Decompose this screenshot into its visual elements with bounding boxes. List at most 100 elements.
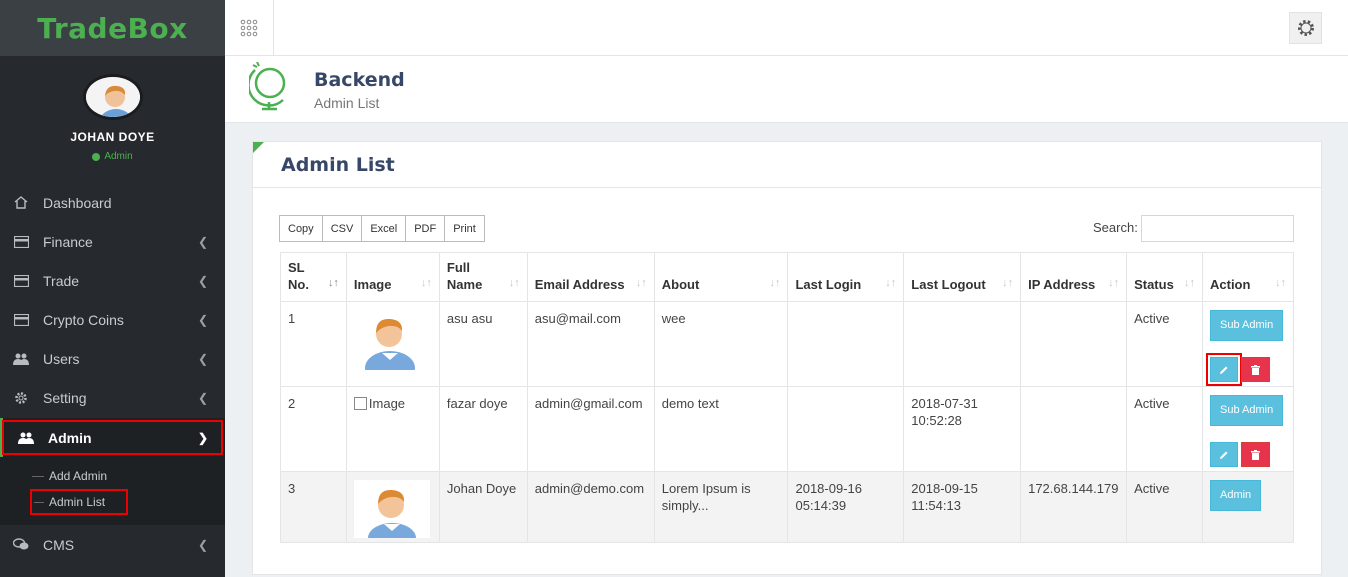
edit-button[interactable] [1206,353,1242,386]
cell-last-login: 2018-09-16 05:14:39 [787,471,905,543]
pdf-button[interactable]: PDF [405,215,446,242]
profile-name: JOHAN DOYE [70,130,155,144]
admin-table: SL No. ↓↑ Image ↓↑ Full Name ↓↑ Email Addre… [280,252,1294,543]
column-header-ip[interactable]: IP Address ↓↑ [1020,252,1128,302]
sidebar-item-label: Admin [48,429,92,446]
page-subtitle: Admin List [314,95,380,111]
cell-status: Active [1126,386,1203,472]
column-header-last-login[interactable]: Last Login ↓↑ [787,252,905,302]
column-header-last-logout[interactable]: Last Logout ↓↑ [903,252,1022,302]
cell-ip: 172.68.144.179 [1020,471,1128,543]
column-header-action[interactable]: Action ↓↑ [1202,252,1294,302]
chevron-left-icon: ❮ [197,537,208,552]
sidebar-item-crypto-coins[interactable]: Crypto Coins ❮ [0,300,225,339]
column-header-image[interactable]: Image ↓↑ [345,252,440,302]
delete-button[interactable] [1241,357,1270,382]
sidebar-item-dashboard[interactable]: Dashboard [0,183,225,222]
cell-email: asu@mail.com [526,301,655,387]
sort-asc-icon: ↓↑ [327,277,339,289]
edit-button[interactable] [1210,442,1238,467]
sidebar-item-users[interactable]: Users ❮ [0,339,225,378]
search-input[interactable] [1141,215,1294,242]
sort-icon: ↓↑ [1108,277,1120,289]
table-header-row: SL No. ↓↑ Image ↓↑ Full Name ↓↑ Email Addre… [280,252,1294,302]
cell-name: Johan Doye [438,471,528,543]
broken-image: Image [353,395,432,412]
sidebar: TradeBox JOHAN DOYE Admin Dashboard Fina… [0,0,225,577]
sort-icon: ↓↑ [1184,277,1195,289]
sidebar-item-finance[interactable]: Finance ❮ [0,222,225,261]
admin-submenu: Add Admin Admin List [0,457,225,525]
panel-corner-accent [253,142,264,153]
column-header-about[interactable]: About ↓↑ [653,252,789,302]
trash-icon [1251,449,1260,460]
column-header-email[interactable]: Email Address ↓↑ [526,252,655,302]
delete-button[interactable] [1241,442,1270,467]
globe-icon [249,62,286,111]
online-dot-icon [92,152,101,161]
cell-ip [1020,301,1128,387]
sort-icon: ↓↑ [1275,277,1286,289]
column-header-full-name[interactable]: Full Name ↓↑ [438,252,528,302]
cell-sl: 2 [280,386,347,472]
divider [253,187,1321,188]
sidebar-item-admin[interactable]: Admin ❯ [0,418,225,457]
submenu-item-admin-list[interactable]: Admin List [30,489,128,515]
card-icon [13,313,29,327]
column-header-status[interactable]: Status ↓↑ [1126,252,1203,302]
sidebar-item-setting[interactable]: Setting ❮ [0,378,225,417]
sidebar-item-trade[interactable]: Trade ❮ [0,261,225,300]
gear-icon [13,391,29,405]
cell-image: Image [345,386,440,472]
cell-about: wee [653,301,789,387]
cell-sl: 1 [280,301,347,387]
sidebar-item-label: Setting [43,389,87,406]
grid-dots-icon [240,19,258,36]
pencil-icon [1220,366,1228,374]
admin-list-panel: Admin List Copy CSV Excel PDF Print Sear… [252,141,1322,575]
export-buttons: Copy CSV Excel PDF Print [279,215,485,242]
sort-icon: ↓↑ [1002,277,1014,289]
settings-button[interactable] [1289,12,1322,44]
chevron-down-icon: ❯ [197,430,208,445]
csv-button[interactable]: CSV [321,215,363,242]
submenu-item-add-admin[interactable]: Add Admin [0,463,225,489]
profile-status: Admin [0,151,225,162]
users-icon [18,431,34,445]
table-row: 1 asu asu asu@mail.com wee Active Sub Ad… [280,301,1294,387]
cell-last-logout: 2018-09-15 11:54:13 [903,471,1022,543]
sub-admin-button[interactable]: Sub Admin [1210,310,1284,341]
broken-image-icon [353,397,367,410]
cell-action: Sub Admin [1202,301,1294,387]
cell-last-login [787,386,905,472]
chevron-left-icon: ❮ [197,273,208,288]
page-header: Backend Admin List [225,56,1348,123]
excel-button[interactable]: Excel [361,215,407,242]
copy-button[interactable]: Copy [279,215,323,242]
brand-logo[interactable]: TradeBox [0,0,225,56]
pencil-icon [1220,451,1228,459]
panel-title: Admin List [281,154,395,176]
table-row: 2 Image fazar doye admin@gmail.com demo … [280,386,1294,472]
admin-button[interactable]: Admin [1210,480,1262,511]
cell-action: Sub Admin [1202,386,1294,472]
chevron-left-icon: ❮ [197,234,208,249]
app-grid-button[interactable] [225,0,274,55]
sidebar-item-label: CMS [43,536,75,553]
sidebar-item-label: Dashboard [43,194,112,211]
person-avatar-icon [85,77,140,117]
sidebar-item-cms[interactable]: CMS ❮ [0,525,225,564]
sidebar-item-label: Finance [43,233,93,250]
print-button[interactable]: Print [444,215,485,242]
gear-icon [1297,20,1314,36]
brand-name: TradeBox [37,11,188,45]
user-avatar-image [353,480,430,538]
sidebar-menu: Dashboard Finance ❮ Trade ❮ Crypto Coins… [0,183,225,564]
cell-sl: 3 [280,471,347,543]
column-header-sl[interactable]: SL No. ↓↑ [280,252,347,302]
avatar[interactable] [82,74,143,120]
sub-admin-button[interactable]: Sub Admin [1210,395,1284,426]
cell-status: Active [1126,471,1203,543]
cell-email: admin@demo.com [526,471,655,543]
card-icon [13,235,29,249]
